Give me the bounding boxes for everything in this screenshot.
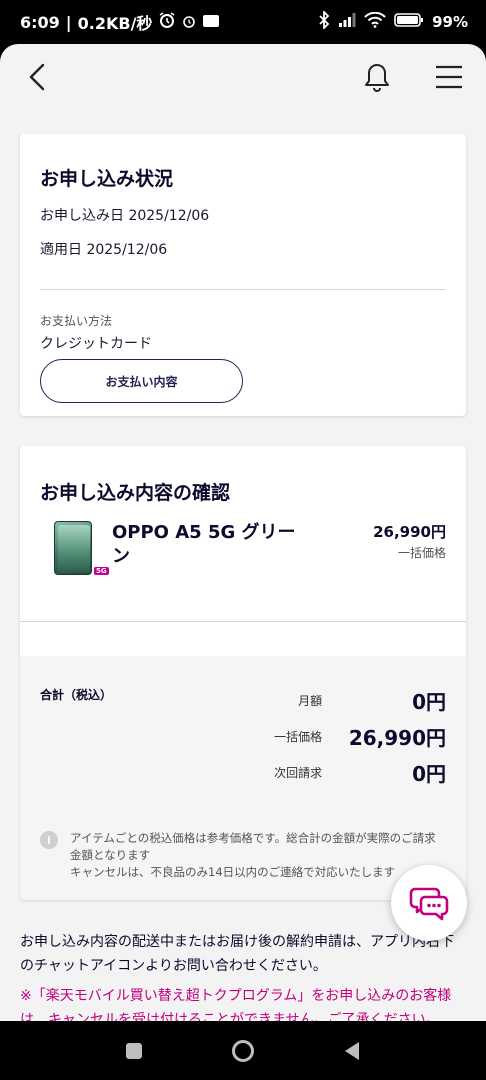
product-price-label: 一括価格	[397, 546, 446, 560]
payment-details-button[interactable]: お支払い内容	[40, 359, 243, 403]
status-time: 6:09	[20, 12, 60, 32]
summary-row: 合計（税込） 月額 0円	[40, 682, 446, 718]
chat-bubbles-icon	[409, 887, 449, 921]
home-button[interactable]	[231, 1039, 255, 1063]
chat-button[interactable]	[391, 865, 467, 941]
wifi-icon	[364, 11, 386, 32]
application-status-title: お申し込み状況	[40, 168, 174, 190]
status-net-speed: 0.2KB/秒	[77, 14, 153, 33]
total-label: 合計（税込）	[40, 688, 113, 702]
status-bar: 6:09 | 0.2KB/秒 99%	[0, 0, 486, 44]
product-image: 5G	[54, 521, 109, 577]
confirmation-card: お申し込み内容の確認 5G OPPO A5 5G グリーン 26,990円 一括…	[20, 446, 466, 900]
screen-icon	[202, 13, 220, 32]
confirmation-title: お申し込み内容の確認	[40, 482, 231, 504]
divider	[20, 621, 466, 622]
5g-badge: 5G	[94, 567, 109, 575]
signal-icon	[338, 12, 356, 32]
summary-key: 一括価格	[274, 729, 323, 744]
product-name: OPPO A5 5G グリーン	[112, 522, 296, 567]
info-icon: i	[40, 831, 58, 849]
back-button[interactable]	[20, 60, 54, 94]
summary-value: 0円	[412, 761, 446, 786]
battery-icon	[394, 12, 424, 32]
triangle-back-icon	[345, 1041, 359, 1060]
back-chevron-icon	[29, 63, 45, 91]
payment-method-value: クレジットカード	[40, 336, 152, 352]
summary-key: 次回請求	[274, 765, 323, 780]
summary-value: 26,990円	[348, 725, 446, 750]
apply-date: お申し込み日 2025/12/06	[40, 208, 210, 224]
cancel-info-text: お申し込み内容の配送中またはお届け後の解約申請は、アプリ内右下のチャットアイコン…	[20, 934, 454, 974]
battery-level: 99%	[432, 13, 468, 31]
bluetooth-icon	[318, 9, 330, 33]
product-price: 26,990円	[373, 523, 446, 541]
summary-key: 月額	[298, 693, 323, 708]
hamburger-menu-icon	[436, 65, 462, 89]
app-screen: お申し込み状況 お申し込み日 2025/12/06 適用日 2025/12/06…	[0, 44, 486, 1021]
application-status-card: お申し込み状況 お申し込み日 2025/12/06 適用日 2025/12/06…	[20, 134, 466, 416]
summary-row: 一括価格 26,990円	[40, 718, 446, 754]
menu-button[interactable]	[432, 60, 466, 94]
bell-icon	[365, 64, 389, 92]
alarm-icon	[158, 11, 176, 33]
recents-button[interactable]	[125, 1042, 143, 1060]
alarm-small-icon	[182, 13, 196, 32]
price-note: i アイテムごとの税込価格は参考価格です。総合計の金額が実際のご請求金額となりま…	[40, 830, 446, 881]
system-nav-bar	[0, 1021, 486, 1080]
summary-value: 0円	[412, 689, 446, 714]
payment-method-label: お支払い方法	[40, 314, 113, 328]
back-nav-button[interactable]	[343, 1041, 361, 1061]
product-item[interactable]: 5G OPPO A5 5G グリーン 26,990円 一括価格	[20, 505, 466, 591]
effective-date: 適用日 2025/12/06	[40, 242, 168, 258]
header	[0, 44, 486, 110]
price-summary: 合計（税込） 月額 0円 一括価格 26,990円 次回請求 0円 i アイテム…	[20, 656, 466, 900]
notification-button[interactable]	[360, 60, 394, 94]
note-text: アイテムごとの税込価格は参考価格です。総合計の金額が実際のご請求金額となります …	[70, 831, 436, 879]
circle-icon	[232, 1039, 254, 1062]
square-icon	[126, 1042, 142, 1059]
program-warning-text: ※「楽天モバイル買い替え超トクプログラム」をお申し込みのお客様は、キャンセルを受…	[20, 988, 452, 1021]
divider	[40, 289, 446, 290]
summary-row: 次回請求 0円	[40, 754, 446, 790]
